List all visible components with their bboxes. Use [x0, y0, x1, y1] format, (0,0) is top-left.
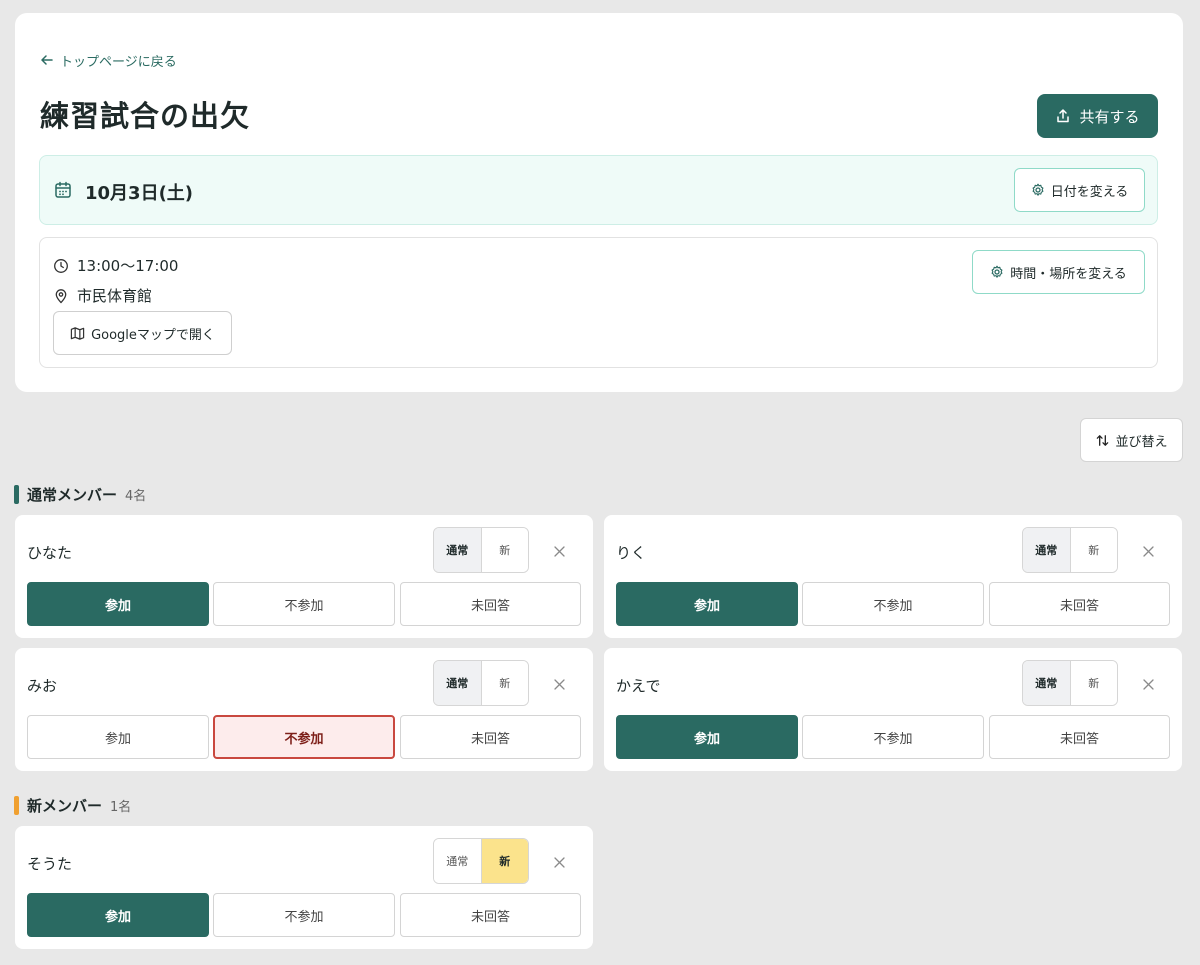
member-type-toggle: 通常新 [433, 838, 529, 884]
member-type-toggle: 通常新 [433, 527, 529, 573]
back-link[interactable]: トップページに戻る [40, 52, 177, 70]
map-icon [70, 326, 85, 341]
remove-member-button[interactable] [549, 541, 569, 561]
calendar-icon [54, 181, 72, 199]
change-date-label: 日付を変える [1050, 184, 1129, 200]
member-name: りく [616, 544, 647, 562]
member-card: ひなた 通常新参加 不参加 未回答 [15, 515, 593, 638]
remove-member-button[interactable] [549, 852, 569, 872]
no-answer-button[interactable]: 未回答 [400, 582, 581, 626]
member-name: そうた [27, 855, 73, 873]
change-time-place-button[interactable]: 時間・場所を変える [972, 250, 1145, 294]
member-type-toggle: 通常新 [1022, 527, 1118, 573]
close-icon [553, 856, 565, 868]
close-icon [1142, 545, 1154, 557]
section-regular-members: 通常メンバー 4名 [14, 484, 146, 504]
member-card: そうた 通常新参加 不参加 未回答 [15, 826, 593, 949]
change-date-button[interactable]: 日付を変える [1014, 168, 1145, 212]
absent-button[interactable]: 不参加 [213, 582, 395, 626]
type-new-option[interactable]: 新 [1070, 661, 1117, 705]
type-new-option[interactable]: 新 [481, 661, 528, 705]
absent-button[interactable]: 不参加 [213, 893, 395, 937]
member-name: ひなた [27, 544, 73, 562]
no-answer-button[interactable]: 未回答 [400, 715, 581, 759]
event-place: 市民体育館 [77, 287, 153, 305]
section-title: 新メンバー [27, 796, 103, 815]
member-name: みお [27, 677, 58, 695]
clock-icon [53, 258, 69, 274]
no-answer-button[interactable]: 未回答 [989, 715, 1170, 759]
sort-arrows-icon [1095, 433, 1110, 448]
event-date: 10月3日(土) [85, 183, 194, 204]
section-marker [14, 795, 19, 815]
time-row: 13:00〜17:00 [53, 255, 178, 276]
member-card: みお 通常新参加 不参加 未回答 [15, 648, 593, 771]
sort-button[interactable]: 並び替え [1080, 418, 1183, 462]
type-regular-option[interactable]: 通常 [434, 528, 482, 572]
attend-button[interactable]: 参加 [27, 893, 209, 937]
share-icon [1055, 108, 1071, 124]
remove-member-button[interactable] [549, 674, 569, 694]
type-new-option[interactable]: 新 [1070, 528, 1117, 572]
member-type-toggle: 通常新 [1022, 660, 1118, 706]
close-icon [553, 678, 565, 690]
close-icon [1142, 678, 1154, 690]
event-card: トップページに戻る 練習試合の出欠 共有する 10月3日(土) 日付を変える 1… [15, 13, 1183, 392]
close-icon [553, 545, 565, 557]
member-card: りく 通常新参加 不参加 未回答 [604, 515, 1182, 638]
absent-button[interactable]: 不参加 [213, 715, 395, 759]
remove-member-button[interactable] [1138, 674, 1158, 694]
attend-button[interactable]: 参加 [616, 715, 798, 759]
back-link-label: トップページに戻る [60, 54, 177, 70]
section-count: 1名 [110, 799, 132, 815]
type-regular-option[interactable]: 通常 [1023, 528, 1071, 572]
remove-member-button[interactable] [1138, 541, 1158, 561]
member-card: かえで 通常新参加 不参加 未回答 [604, 648, 1182, 771]
place-row: 市民体育館 [53, 285, 152, 306]
gear-icon [990, 265, 1004, 279]
arrow-left-icon [40, 53, 54, 67]
attend-button[interactable]: 参加 [27, 715, 209, 759]
gear-icon [1031, 183, 1045, 197]
member-name: かえで [616, 677, 661, 695]
no-answer-button[interactable]: 未回答 [989, 582, 1170, 626]
section-title: 通常メンバー [27, 485, 118, 504]
section-new-members: 新メンバー 1名 [14, 795, 131, 815]
absent-button[interactable]: 不参加 [802, 582, 984, 626]
share-button[interactable]: 共有する [1037, 94, 1158, 138]
share-button-label: 共有する [1079, 107, 1140, 126]
type-regular-option[interactable]: 通常 [1023, 661, 1071, 705]
change-time-place-label: 時間・場所を変える [1010, 266, 1127, 282]
sort-button-label: 並び替え [1115, 434, 1168, 450]
type-regular-option[interactable]: 通常 [434, 661, 482, 705]
open-google-maps-button[interactable]: Googleマップで開く [53, 311, 232, 355]
time-place-panel: 13:00〜17:00 市民体育館 Googleマップで開く 時間・場所を変える [39, 237, 1158, 368]
map-pin-icon [53, 288, 69, 304]
map-button-label: Googleマップで開く [91, 327, 215, 343]
type-regular-option[interactable]: 通常 [434, 839, 482, 883]
date-panel: 10月3日(土) 日付を変える [39, 155, 1158, 225]
attend-button[interactable]: 参加 [27, 582, 209, 626]
page-title: 練習試合の出欠 [40, 99, 251, 133]
no-answer-button[interactable]: 未回答 [400, 893, 581, 937]
type-new-option[interactable]: 新 [481, 528, 528, 572]
member-type-toggle: 通常新 [433, 660, 529, 706]
section-marker [14, 484, 19, 504]
section-count: 4名 [125, 488, 147, 504]
type-new-option[interactable]: 新 [481, 839, 528, 883]
attend-button[interactable]: 参加 [616, 582, 798, 626]
event-time: 13:00〜17:00 [77, 257, 179, 275]
absent-button[interactable]: 不参加 [802, 715, 984, 759]
